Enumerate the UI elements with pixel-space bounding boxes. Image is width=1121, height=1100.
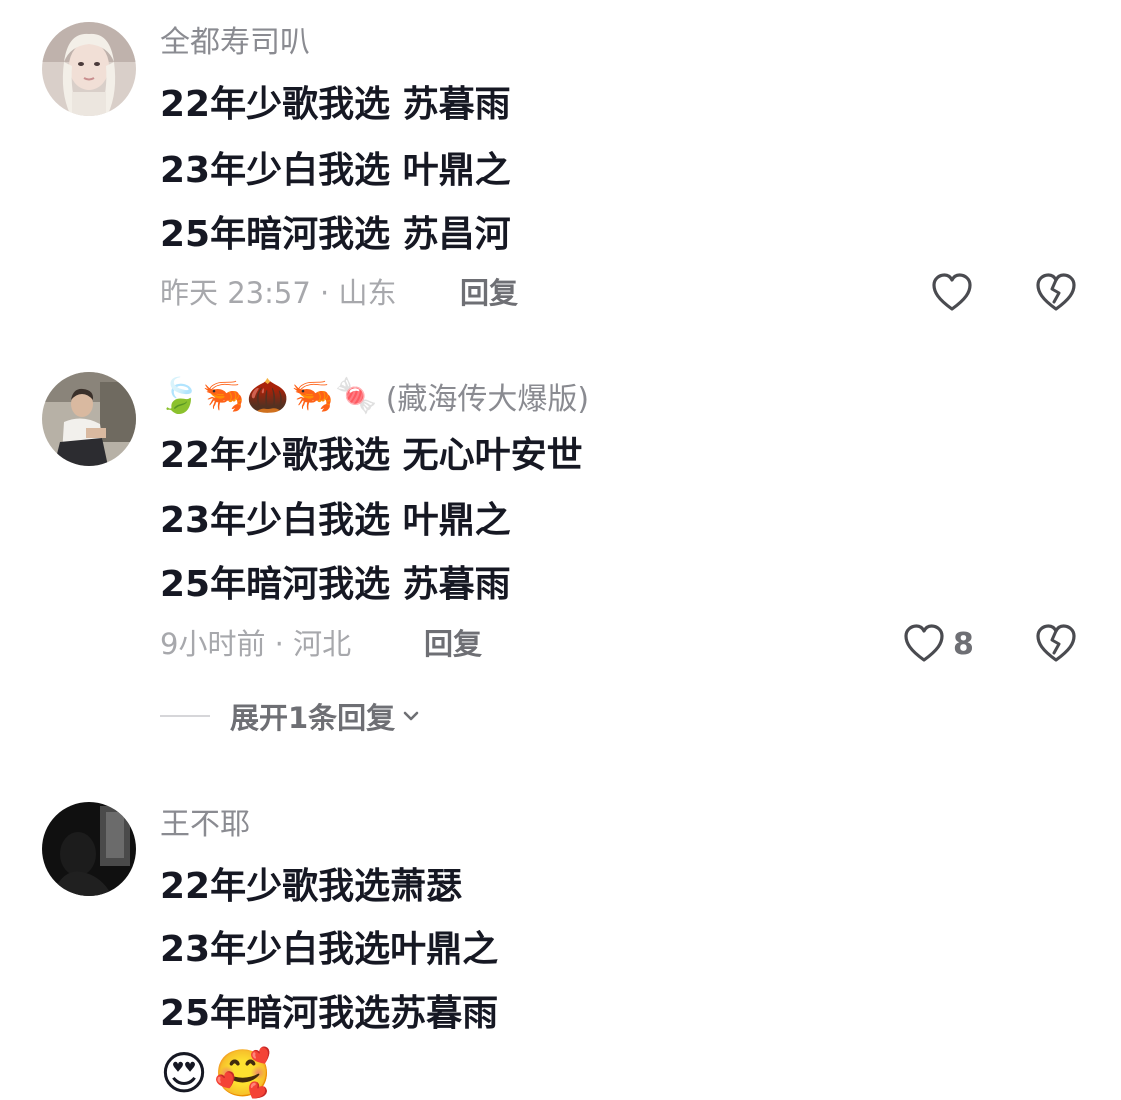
avatar[interactable] bbox=[42, 372, 136, 466]
comment-username[interactable]: 🍃 🦐 🌰 🦐 🍬 (藏海传大爆版) bbox=[158, 374, 589, 418]
comment-text-line: 25年暗河我选苏暮雨 bbox=[160, 993, 499, 1034]
comment-text-line: 23年少白我选叶鼎之 bbox=[160, 929, 499, 970]
expand-replies-button[interactable]: 展开1条回复 bbox=[160, 696, 421, 736]
username-suffix: (藏海传大爆版) bbox=[385, 382, 590, 417]
comment-text-line: 23年少白我选 叶鼎之 bbox=[160, 500, 511, 541]
heart-outline-icon bbox=[932, 273, 972, 311]
shrimp-emoji: 🦐 bbox=[291, 376, 334, 416]
like-button[interactable] bbox=[902, 622, 946, 666]
candy-emoji: 🍬 bbox=[335, 376, 378, 416]
comment-text-line: 22年少歌我选 苏暮雨 bbox=[160, 84, 511, 125]
broken-heart-icon bbox=[1036, 273, 1076, 311]
comment-text-line: 22年少歌我选 无心叶安世 bbox=[160, 435, 583, 476]
expand-replies-label: 展开1条回复 bbox=[230, 701, 396, 735]
divider bbox=[160, 715, 210, 717]
comment-emoji-row: 😍 🥰 bbox=[160, 1050, 271, 1096]
comment-text-line: 23年少白我选 叶鼎之 bbox=[160, 150, 511, 191]
dislike-button[interactable] bbox=[1034, 622, 1078, 666]
like-count: 8 bbox=[953, 627, 974, 662]
broken-heart-icon bbox=[1036, 624, 1076, 662]
heart-eyes-emoji: 😍 bbox=[160, 1046, 208, 1100]
smiling-hearts-emoji: 🥰 bbox=[213, 1046, 272, 1100]
avatar[interactable] bbox=[42, 802, 136, 896]
dislike-button[interactable] bbox=[1034, 271, 1078, 315]
heart-outline-icon bbox=[904, 624, 944, 662]
comment-timestamp-location: 9小时前 · 河北 bbox=[160, 627, 352, 661]
like-button[interactable] bbox=[930, 271, 974, 315]
comment-username[interactable]: 全都寿司叭 bbox=[160, 28, 310, 58]
reply-button[interactable]: 回复 bbox=[424, 630, 482, 659]
shrimp-emoji: 🦐 bbox=[202, 376, 245, 416]
avatar[interactable] bbox=[42, 22, 136, 116]
reply-button[interactable]: 回复 bbox=[460, 279, 518, 308]
chestnut-emoji: 🌰 bbox=[246, 376, 290, 416]
comment-username[interactable]: 王不耶 bbox=[160, 810, 250, 840]
comment-text-line: 25年暗河我选 苏暮雨 bbox=[160, 564, 511, 605]
leaf-emoji: 🍃 bbox=[158, 376, 201, 416]
comment-text-line: 25年暗河我选 苏昌河 bbox=[160, 214, 511, 255]
chevron-down-icon bbox=[403, 711, 419, 721]
comment-timestamp-location: 昨天 23:57 · 山东 bbox=[160, 276, 397, 310]
comment-text-line: 22年少歌我选萧瑟 bbox=[160, 866, 463, 907]
